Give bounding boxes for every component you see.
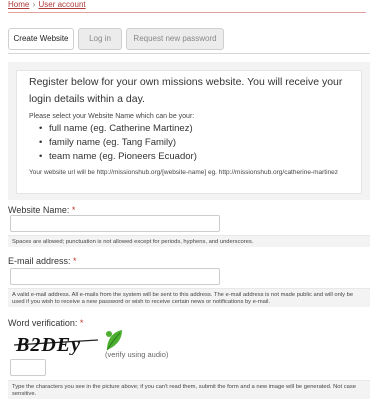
captcha-input[interactable]: [10, 359, 46, 376]
required-marker: *: [71, 205, 76, 215]
tab-log-in[interactable]: Log in: [78, 28, 122, 50]
website-name-input[interactable]: [10, 215, 220, 232]
email-input[interactable]: [10, 268, 220, 285]
website-name-help: Spaces are allowed; punctuation is not a…: [8, 235, 370, 247]
list-item: • team name (eg. Pioneers Ecuador): [39, 151, 197, 162]
breadcrumb-divider: [8, 12, 366, 13]
captcha-image-graphic: B2DEy: [12, 331, 100, 356]
list-item: • full name (eg. Catherine Martinez): [39, 123, 193, 134]
bullet-icon: •: [39, 137, 43, 148]
account-tabs: Create Website Log in Request new passwo…: [8, 28, 370, 54]
audio-leaf-icon[interactable]: [104, 328, 124, 352]
captcha-help: Type the characters you see in the pictu…: [8, 380, 370, 399]
list-item: • family name (eg. Tang Family): [39, 137, 177, 148]
tab-create-website[interactable]: Create Website: [8, 28, 74, 50]
breadcrumb: Home › User account: [8, 0, 86, 9]
breadcrumb-separator: ›: [32, 0, 36, 9]
url-note: Your website url will be http://missions…: [29, 169, 339, 176]
tab-request-new-password[interactable]: Request new password: [126, 28, 224, 50]
bullet-icon: •: [39, 151, 43, 162]
breadcrumb-current-link[interactable]: User account: [38, 0, 85, 9]
audio-link[interactable]: audio: [148, 350, 166, 359]
breadcrumb-home-link[interactable]: Home: [8, 0, 29, 9]
captcha-label: Word verification: *: [8, 318, 84, 328]
intro-heading: Register below for your own missions web…: [29, 76, 343, 105]
name-options-list: • full name (eg. Catherine Martinez) • fam…: [29, 122, 349, 164]
email-help: A valid e-mail address. All e-mails from…: [8, 288, 370, 307]
website-name-label: Website Name: *: [8, 205, 76, 215]
intro-box: Register below for your own missions web…: [16, 70, 362, 194]
intro-please-text: Please select your Website Name which ca…: [29, 113, 195, 120]
bullet-icon: •: [39, 123, 43, 134]
audio-verification: (verify using audio): [105, 350, 169, 359]
svg-text:B2DEy: B2DEy: [15, 334, 81, 355]
required-marker: *: [79, 318, 84, 328]
required-marker: *: [73, 256, 77, 266]
captcha-image: B2DEy: [12, 331, 100, 356]
intro-panel: Register below for your own missions web…: [8, 62, 370, 200]
email-label: E-mail address: *: [8, 256, 77, 266]
